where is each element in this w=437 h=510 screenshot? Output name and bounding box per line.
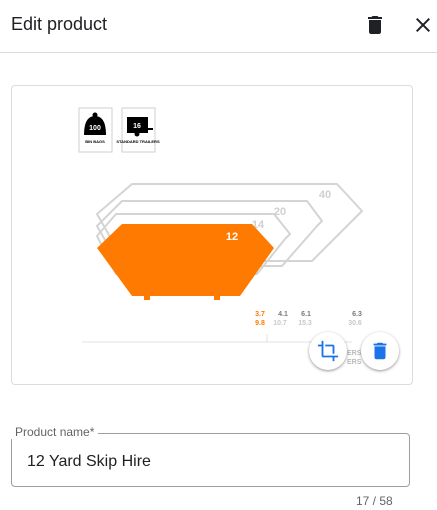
size-label-40: 40: [319, 189, 331, 201]
trailers-badge: 16 STANDARD TRAILERS: [116, 107, 160, 153]
remove-image-button[interactable]: [361, 332, 399, 370]
bin-bags-number: 100: [89, 125, 101, 132]
measure-r2-c2: 10.7: [273, 320, 287, 327]
measure-r2-c1: 9.8: [255, 320, 265, 327]
trailers-number: 16: [133, 123, 141, 130]
product-name-label: Product name*: [11, 425, 99, 439]
trailers-caption: STANDARD TRAILERS: [116, 139, 160, 144]
measure-r1-c1: 3.7: [255, 311, 265, 318]
skip-size-illustration: 100 BIN BAGS 16 STANDARD TRAILERS 40 20 …: [78, 107, 363, 366]
orange-skip-shape: [97, 224, 274, 300]
measure-r1-c4: 6.3: [352, 311, 362, 318]
measure-r2-c4: 30.6: [348, 320, 362, 327]
measure-r2-c3: 15.3: [298, 320, 312, 327]
measure-r1-c2: 4.1: [278, 311, 288, 318]
close-icon: [416, 18, 430, 32]
trash-icon: [368, 16, 382, 34]
size-label-12: 12: [226, 231, 238, 243]
product-image[interactable]: 100 BIN BAGS 16 STANDARD TRAILERS 40 20 …: [11, 85, 413, 385]
measure-r1-c3: 6.1: [301, 311, 311, 318]
bin-bags-caption: BIN BAGS: [85, 139, 105, 144]
close-button[interactable]: [410, 12, 436, 38]
partial-text-3: ERS: [347, 359, 362, 366]
character-counter: 17 / 58: [356, 494, 393, 508]
size-label-20: 20: [274, 206, 286, 218]
dialog-title: Edit product: [11, 14, 108, 34]
crop-icon: [317, 340, 339, 362]
delete-product-button[interactable]: [362, 12, 388, 38]
dialog-header: Edit product: [0, 0, 437, 53]
crop-image-button[interactable]: [309, 332, 347, 370]
bin-bags-badge: 100 BIN BAGS: [78, 107, 113, 153]
product-name-input[interactable]: [27, 453, 387, 471]
trash-icon: [373, 342, 387, 360]
partial-text-1: ERS: [347, 350, 362, 357]
